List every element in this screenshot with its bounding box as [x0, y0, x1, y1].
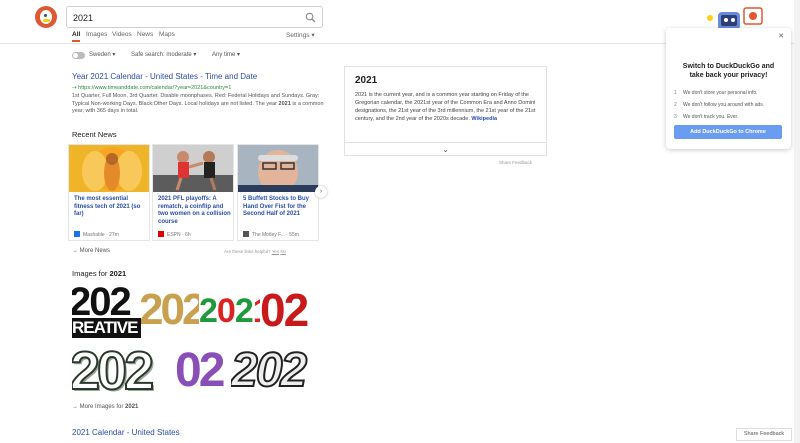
- settings-label: Settings: [286, 32, 310, 39]
- source-icon: [243, 231, 249, 237]
- region-toggle[interactable]: [72, 52, 85, 59]
- news-thumbnail: [238, 145, 318, 192]
- tab-maps[interactable]: Maps: [159, 31, 175, 38]
- source-icon: [74, 231, 80, 237]
- search-icon[interactable]: [305, 12, 316, 23]
- region-filter[interactable]: Sweden ▾: [89, 51, 115, 58]
- settings-menu[interactable]: Settings ▾: [286, 31, 315, 39]
- image-tile[interactable]: 02: [175, 342, 231, 398]
- chevron-down-icon[interactable]: ⌄: [345, 142, 546, 156]
- image-tile[interactable]: 202: [72, 342, 175, 398]
- promo-point: 1 We don't store your personal info.: [674, 90, 758, 96]
- image-tile[interactable]: 202 REATIVE: [72, 282, 141, 340]
- news-thumbnail: [69, 145, 149, 192]
- chevron-down-icon: ▾: [311, 32, 315, 39]
- news-title: 2021 PFL playoffs: A rematch, a coinflip…: [158, 196, 231, 225]
- more-images-link[interactable]: → More Images for 2021: [72, 404, 138, 410]
- result-snippet: 1st Quarter, Full Moon, 3rd Quarter. Dis…: [72, 93, 324, 114]
- wikipedia-link[interactable]: Wikipedia: [471, 116, 497, 122]
- knowledge-panel: 2021 2021 is the current year, and is a …: [344, 66, 547, 156]
- image-tile[interactable]: 202: [231, 342, 319, 398]
- more-news-link[interactable]: → More News: [72, 248, 110, 254]
- arrow-right-icon: →: [72, 248, 80, 254]
- promo-point: 3 We don't track you. Ever.: [674, 114, 739, 120]
- page-scrollbar[interactable]: [794, 0, 800, 443]
- promo-title: Switch to DuckDuckGo and take back your p…: [682, 63, 775, 79]
- tab-images[interactable]: Images: [86, 31, 107, 38]
- safe-search-filter[interactable]: Safe search: moderate ▾: [131, 51, 196, 58]
- result-title[interactable]: Year 2021 Calendar - United States - Tim…: [72, 72, 257, 81]
- privacy-promo-card: ✕ Switch to DuckDuckGo and take back your…: [666, 28, 791, 149]
- news-meta: The Motley F... · 55m: [243, 231, 299, 238]
- news-meta: ESPN · 6h: [158, 231, 191, 238]
- result-title[interactable]: 2021 Calendar - United States: [72, 428, 180, 437]
- result-url[interactable]: ⇢ https://www.timeanddate.com/calendar/?…: [72, 85, 231, 91]
- news-card[interactable]: 5 Buffett Stocks to Buy Hand Over Fist f…: [237, 144, 319, 241]
- knowledge-text: 2021 is the current year, and is a commo…: [355, 92, 536, 122]
- tab-news[interactable]: News: [137, 31, 153, 38]
- source-icon: [158, 231, 164, 237]
- news-thumbnail: [153, 145, 233, 192]
- add-to-chrome-button[interactable]: Add DuckDuckGo to Chrome: [674, 125, 782, 139]
- share-feedback-button[interactable]: Share Feedback: [736, 428, 792, 441]
- knowledge-title: 2021: [355, 75, 378, 86]
- helpful-no[interactable]: No: [280, 249, 286, 254]
- share-feedback-link[interactable]: Share Feedback: [499, 160, 532, 165]
- promo-point: 2 We don't follow you around with ads.: [674, 102, 765, 108]
- helpful-yes[interactable]: Yes: [272, 249, 279, 254]
- news-card[interactable]: The most essential fitness tech of 2021 …: [68, 144, 150, 241]
- helpful-prompt: Are these links helpful? Yes No: [224, 249, 287, 254]
- news-title: 5 Buffett Stocks to Buy Hand Over Fist f…: [243, 196, 310, 217]
- search-box[interactable]: [66, 6, 323, 28]
- next-arrow-icon[interactable]: ›: [315, 186, 327, 198]
- search-input[interactable]: [73, 10, 293, 25]
- news-heading: Recent News: [72, 130, 117, 139]
- tab-all[interactable]: All: [72, 31, 81, 42]
- duckduckgo-logo[interactable]: [35, 6, 57, 28]
- promo-points: 1 We don't store your personal info. 2 We …: [674, 87, 786, 123]
- image-tile[interactable]: 02: [260, 282, 319, 340]
- news-title: The most essential fitness tech of 2021 …: [74, 196, 141, 217]
- tab-videos[interactable]: Videos: [112, 31, 132, 38]
- news-meta: Mashable · 27m: [74, 231, 119, 238]
- images-heading: Images for 2021: [72, 269, 127, 278]
- time-filter[interactable]: Any time ▾: [212, 51, 240, 58]
- news-card[interactable]: 2021 PFL playoffs: A rematch, a coinflip…: [152, 144, 234, 241]
- image-tile[interactable]: 202: [141, 282, 199, 340]
- image-tile[interactable]: 2021: [199, 282, 260, 340]
- arrow-right-icon: →: [72, 404, 80, 410]
- close-icon[interactable]: ✕: [778, 32, 784, 40]
